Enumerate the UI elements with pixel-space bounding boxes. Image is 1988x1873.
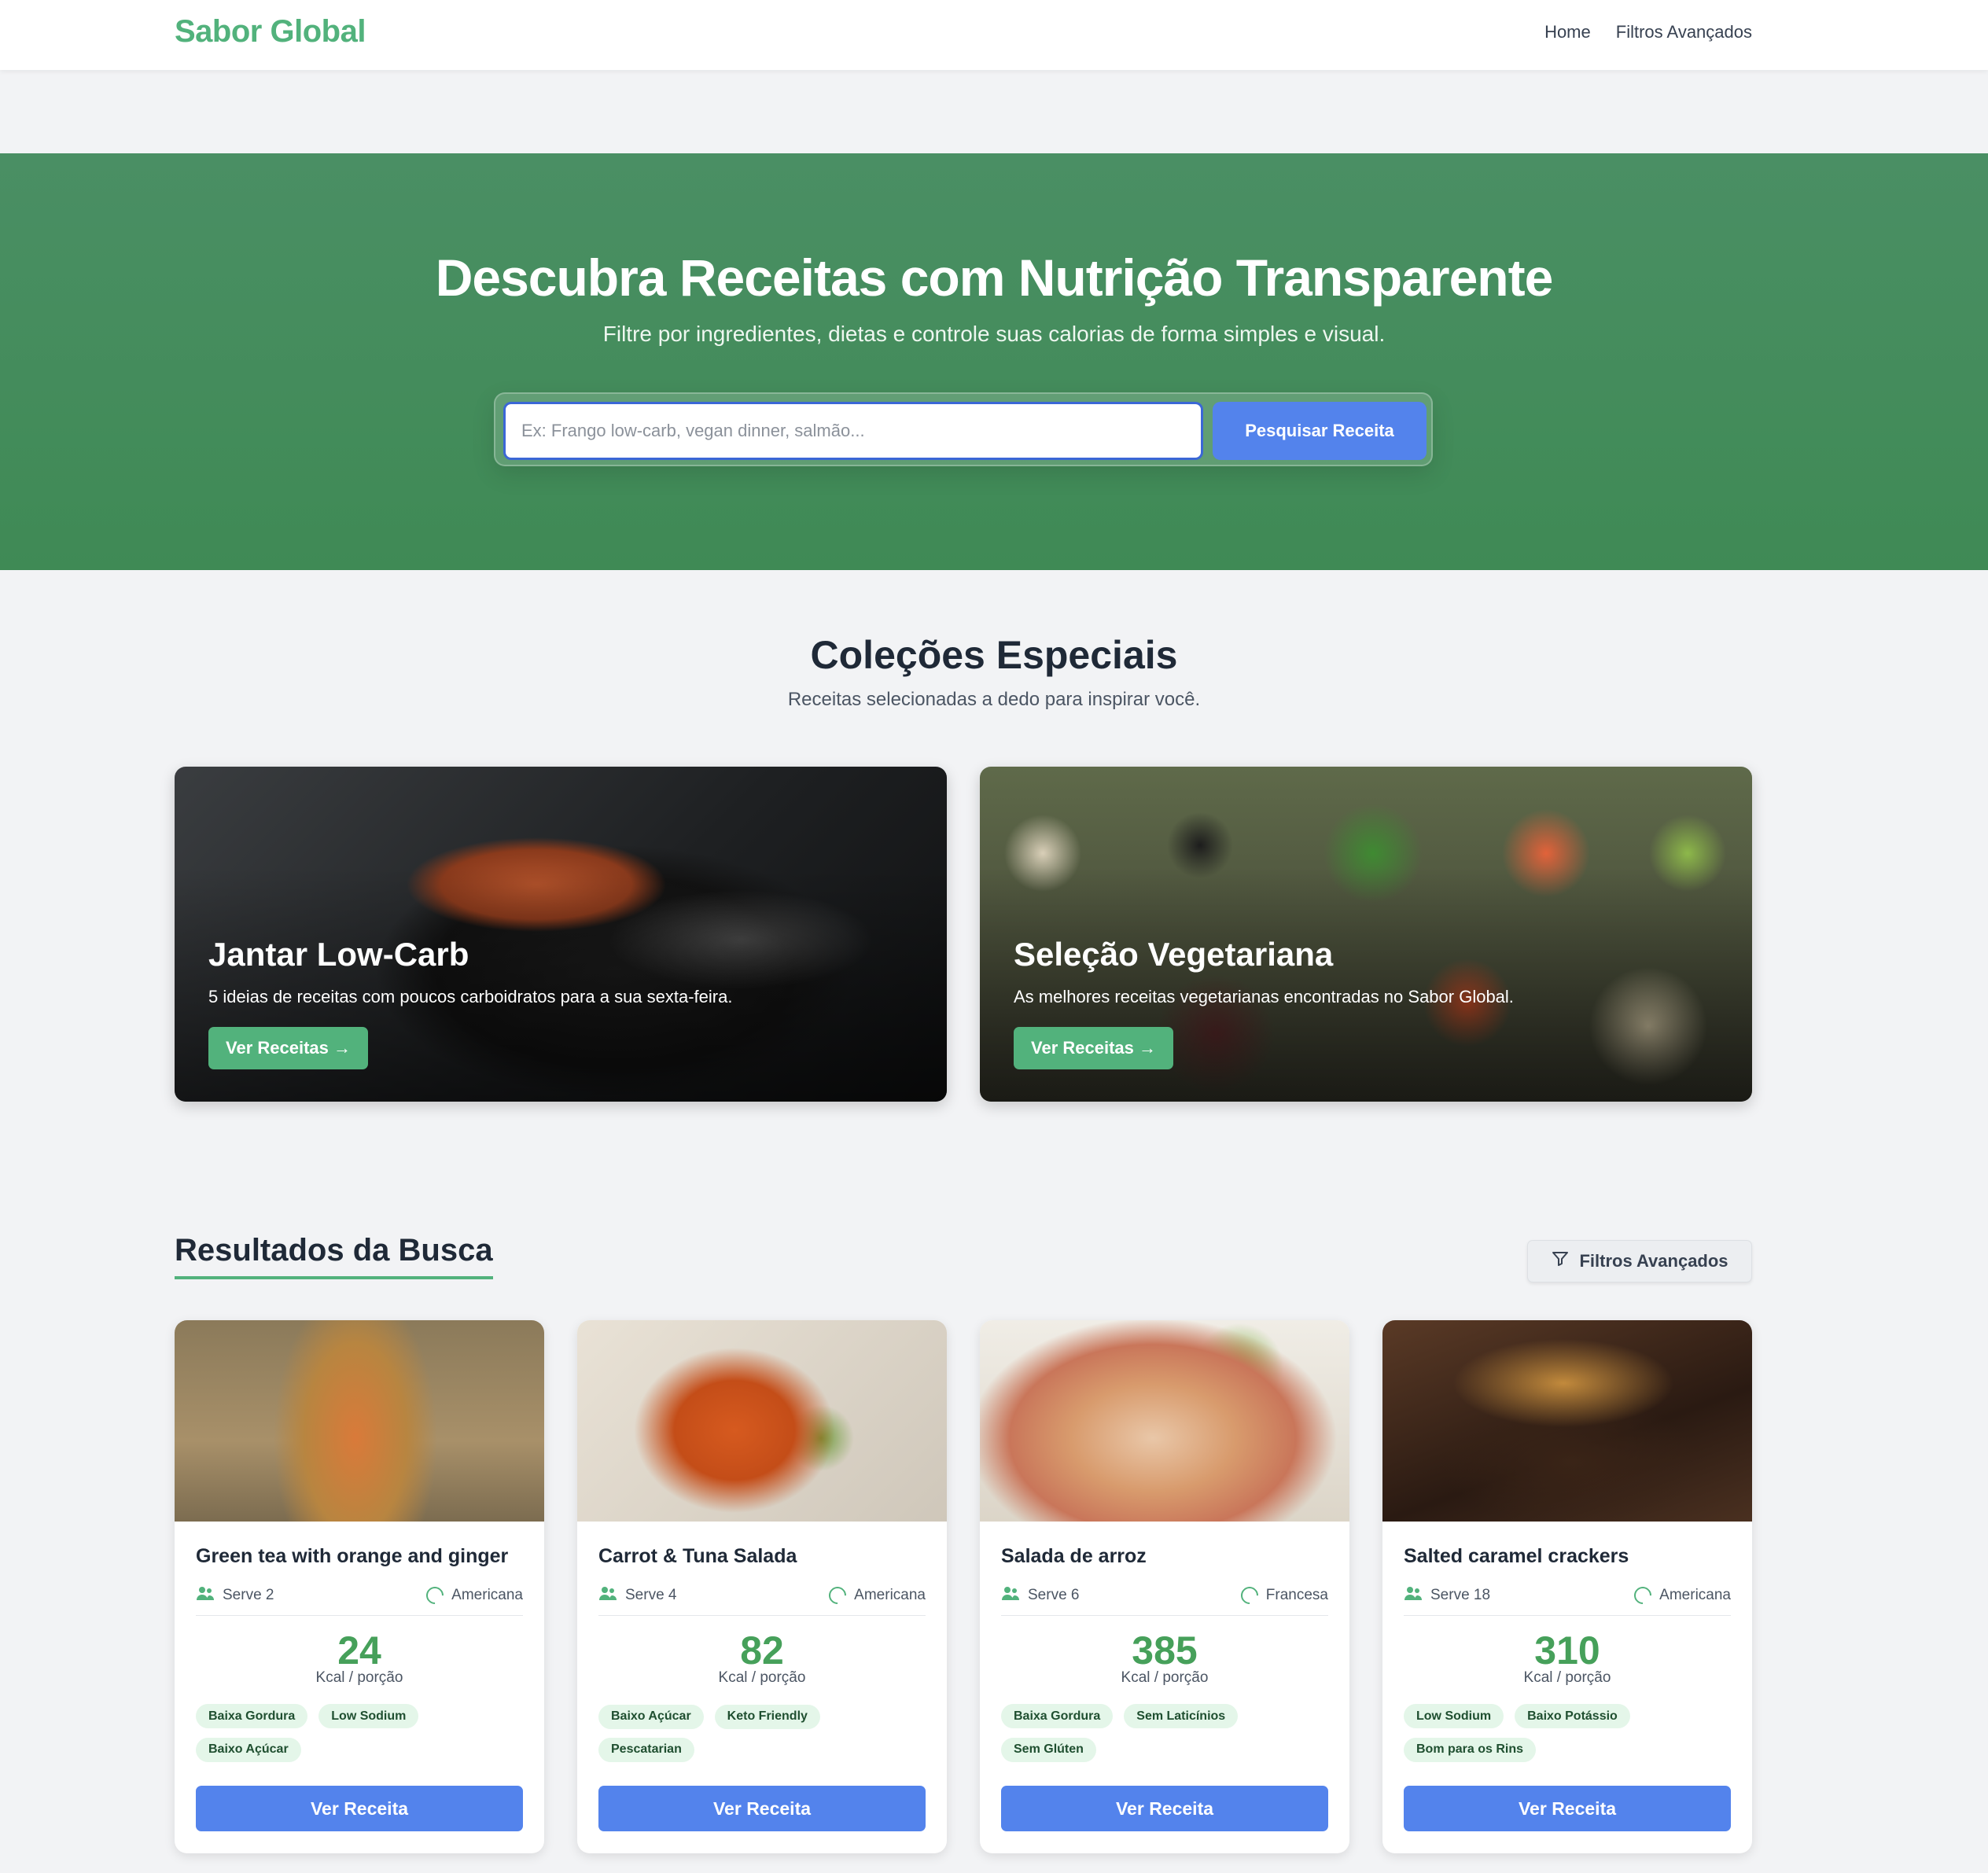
recipe-cuisine: Americana <box>1659 1586 1731 1603</box>
recipe-serves: Serve 2 <box>223 1586 274 1603</box>
recipe-meta: Serve 6 Francesa <box>1001 1582 1328 1616</box>
diet-tag: Sem Glúten <box>1001 1737 1096 1762</box>
recipe-title[interactable]: Salted caramel crackers <box>1404 1545 1731 1572</box>
collection-description: As melhores receitas vegetarianas encont… <box>1014 987 1514 1006</box>
ring-icon <box>1630 1582 1655 1608</box>
recipe-image[interactable] <box>175 1320 544 1522</box>
advanced-filters-label: Filtros Avançados <box>1579 1251 1728 1271</box>
collection-view-button[interactable]: Ver Receitas → <box>208 1027 368 1069</box>
recipe-meta: Serve 18 Americana <box>1404 1582 1731 1616</box>
diet-tag: Low Sodium <box>318 1704 419 1728</box>
recipe-kcal: 385 <box>1132 1628 1198 1672</box>
recipe-image[interactable] <box>1382 1320 1752 1522</box>
people-icon <box>1404 1585 1423 1606</box>
diet-tag: Baixo Açúcar <box>196 1737 301 1762</box>
collection-card-low-carb[interactable]: Jantar Low-Carb 5 ideias de receitas com… <box>175 767 947 1102</box>
people-icon <box>1001 1585 1020 1606</box>
diet-tag: Bom para os Rins <box>1404 1737 1537 1762</box>
view-recipe-button[interactable]: Ver Receita <box>1404 1786 1731 1831</box>
nav-link-filters[interactable]: Filtros Avançados <box>1616 22 1752 42</box>
recipe-title[interactable]: Carrot & Tuna Salada <box>598 1545 926 1572</box>
recipe-kcal-label: Kcal / porção <box>1523 1669 1611 1686</box>
diet-tag: Baixa Gordura <box>196 1704 308 1728</box>
diet-tag: Baixa Gordura <box>1001 1704 1114 1728</box>
people-icon <box>598 1585 617 1606</box>
recipe-kcal: 24 <box>337 1628 381 1672</box>
hero-title: Descubra Receitas com Nutrição Transpare… <box>435 248 1554 307</box>
collection-title: Seleção Vegetariana <box>1014 936 1334 973</box>
diet-tag: Low Sodium <box>1404 1704 1504 1728</box>
hero-subtitle: Filtre por ingredientes, dietas e contro… <box>602 322 1386 346</box>
recipe-card: Salada de arroz Serve 6 Francesa 385 Kca… <box>980 1320 1349 1853</box>
ring-icon <box>825 1582 850 1608</box>
advanced-filters-button[interactable]: Filtros Avançados <box>1527 1240 1752 1282</box>
collection-description: 5 ideias de receitas com poucos carboidr… <box>208 987 733 1006</box>
collections-subtitle: Receitas selecionadas a dedo para inspir… <box>787 689 1201 710</box>
ring-icon <box>1237 1582 1262 1608</box>
recipe-kcal: 310 <box>1534 1628 1600 1672</box>
diet-tag: Baixo Açúcar <box>598 1704 704 1729</box>
diet-tag: Baixo Potássio <box>1515 1704 1630 1728</box>
filter-icon <box>1551 1249 1570 1273</box>
ring-icon <box>422 1582 447 1608</box>
recipe-tags: Baixa Gordura Low Sodium Baixo Açúcar <box>196 1704 523 1762</box>
recipe-card: Green tea with orange and ginger Serve 2… <box>175 1320 544 1853</box>
collection-title: Jantar Low-Carb <box>208 936 469 973</box>
navbar: Sabor Global Home Filtros Avançados <box>0 0 1988 70</box>
hero-section: Descubra Receitas com Nutrição Transpare… <box>0 153 1988 570</box>
people-icon <box>196 1585 215 1606</box>
recipe-tags: Baixa Gordura Sem Laticínios Sem Glúten <box>1001 1704 1328 1762</box>
recipe-title[interactable]: Salada de arroz <box>1001 1545 1328 1572</box>
recipe-image[interactable] <box>577 1320 947 1522</box>
recipe-serves: Serve 18 <box>1430 1586 1491 1603</box>
recipe-tags: Baixo Açúcar Keto Friendly Pescatarian <box>598 1704 926 1762</box>
recipe-cuisine: Americana <box>854 1586 926 1603</box>
recipe-title[interactable]: Green tea with orange and ginger <box>196 1545 523 1572</box>
nav-link-home[interactable]: Home <box>1544 22 1591 42</box>
recipe-cuisine: Americana <box>451 1586 523 1603</box>
search-input[interactable] <box>503 402 1203 460</box>
view-recipe-button[interactable]: Ver Receita <box>1001 1786 1328 1831</box>
brand-logo[interactable]: Sabor Global <box>175 14 366 50</box>
diet-tag: Pescatarian <box>598 1737 694 1762</box>
recipe-kcal-label: Kcal / porção <box>1121 1669 1209 1686</box>
diet-tag: Sem Laticínios <box>1124 1704 1239 1728</box>
collections-title: Coleções Especiais <box>810 633 1178 677</box>
recipe-card: Carrot & Tuna Salada Serve 4 Americana 8… <box>577 1320 947 1853</box>
recipe-serves: Serve 4 <box>625 1586 677 1603</box>
recipe-kcal-label: Kcal / porção <box>718 1669 806 1686</box>
search-bar: Pesquisar Receita <box>494 392 1433 466</box>
recipe-card: Salted caramel crackers Serve 18 America… <box>1382 1320 1752 1853</box>
recipe-meta: Serve 2 Americana <box>196 1582 523 1616</box>
recipe-kcal-label: Kcal / porção <box>315 1669 403 1686</box>
recipe-kcal: 82 <box>740 1628 784 1672</box>
search-button[interactable]: Pesquisar Receita <box>1213 402 1427 460</box>
recipe-serves: Serve 6 <box>1028 1586 1080 1603</box>
nav-links: Home Filtros Avançados <box>1544 22 1752 42</box>
collection-view-button[interactable]: Ver Receitas → <box>1014 1027 1173 1069</box>
recipe-meta: Serve 4 Americana <box>598 1582 926 1616</box>
results-title: Resultados da Busca <box>175 1233 493 1279</box>
view-recipe-button[interactable]: Ver Receita <box>196 1786 523 1831</box>
recipe-image[interactable] <box>980 1320 1349 1522</box>
recipe-cuisine: Francesa <box>1265 1586 1328 1603</box>
diet-tag: Keto Friendly <box>714 1704 820 1729</box>
collection-card-vegetarian[interactable]: Seleção Vegetariana As melhores receitas… <box>980 767 1752 1102</box>
view-recipe-button[interactable]: Ver Receita <box>598 1786 926 1831</box>
recipe-tags: Low Sodium Baixo Potássio Bom para os Ri… <box>1404 1704 1731 1762</box>
